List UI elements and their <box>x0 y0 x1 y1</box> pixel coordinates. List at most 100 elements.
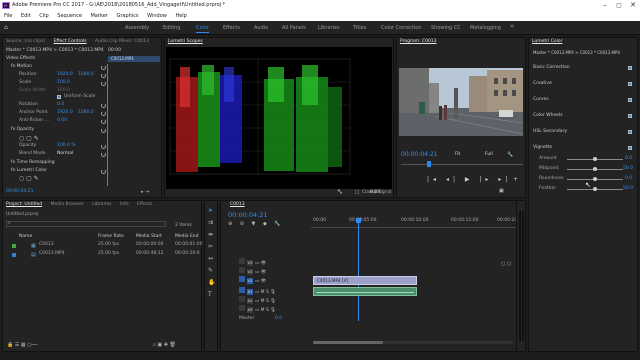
workspace-editing[interactable]: Editing <box>163 21 180 35</box>
razor-tool-icon[interactable]: ✂ <box>208 243 213 250</box>
menu-graphics[interactable]: Graphics <box>116 13 138 19</box>
timeline-ruler[interactable]: 00:00 00:00:05:00 00:00:10:00 00:00:15:0… <box>311 218 524 228</box>
reset-antiflicker-icon[interactable] <box>101 119 106 124</box>
tab-info[interactable]: Info <box>120 202 129 207</box>
effect-time-remapping[interactable]: fx Time Remapping <box>11 159 55 167</box>
minimize-icon[interactable]: – <box>598 0 612 11</box>
timeline-scrollbar[interactable] <box>313 341 513 344</box>
vignette-feather-knob[interactable] <box>593 187 597 191</box>
mute-solo-icons[interactable]: ▭ M S 🎙 <box>255 308 276 313</box>
track-target-a3[interactable] <box>239 305 245 311</box>
color-wheels-checkbox[interactable] <box>628 114 632 118</box>
program-quality-select[interactable]: Full <box>485 151 493 159</box>
tab-project[interactable]: Project: Untitled <box>6 202 42 207</box>
video-clip[interactable]: C0013.MP4 [V] <box>313 276 417 285</box>
track-target-a1[interactable] <box>239 287 245 293</box>
lumetri-mask-icons[interactable]: ○ ▢ ✎ <box>19 175 39 182</box>
tab-source[interactable]: Source: (no clips) <box>6 39 45 44</box>
effect-controls-footer-icons[interactable]: ▸ ⇥ <box>141 189 149 195</box>
track-header-a1[interactable]: A1 ▭ M S 🎙 <box>225 287 311 296</box>
vignette-checkbox[interactable] <box>628 146 632 150</box>
more-workspaces-icon[interactable]: » <box>510 22 514 30</box>
col-media-end[interactable]: Media End <box>175 233 199 241</box>
vignette-amount-knob[interactable] <box>593 157 597 161</box>
basic-correction-checkbox[interactable] <box>628 66 632 70</box>
track-header-a3[interactable]: A3 ▭ M S 🎙 <box>225 305 311 314</box>
timeline-playhead[interactable] <box>358 223 359 321</box>
master-track-value[interactable]: 0.0 <box>275 314 282 323</box>
track-header-v1[interactable]: V1 ▭ 👁 <box>225 276 311 285</box>
close-icon[interactable]: ✕ <box>626 0 640 11</box>
effect-controls-header[interactable]: Master * C0013.MP4 > C0013 * C0013.MP4 <box>6 47 104 55</box>
menu-help[interactable]: Help <box>175 13 186 19</box>
mask-tool-icons[interactable]: ○ ▢ ✎ <box>19 135 39 142</box>
menu-clip[interactable]: Clip <box>39 13 48 19</box>
maximize-icon[interactable]: ▢ <box>612 0 626 11</box>
program-add-button[interactable]: + <box>513 176 518 183</box>
tab-audio-clip-mixer[interactable]: Audio Clip Mixer: C0013 <box>95 39 149 44</box>
workspace-color[interactable]: Color <box>196 21 210 35</box>
type-tool-icon[interactable]: T <box>208 291 212 298</box>
reset-scale-icon[interactable] <box>101 81 106 86</box>
col-name[interactable]: Name <box>19 233 32 241</box>
menu-edit[interactable]: Edit <box>21 13 31 19</box>
project-footer-icons[interactable]: 🔒 ☰ ▦ ○── <box>7 342 38 348</box>
workspace-effects[interactable]: Effects <box>223 21 240 35</box>
effect-motion[interactable]: fx Motion <box>11 63 32 71</box>
clamp-signal-checkbox[interactable]: ☐ <box>355 190 359 196</box>
track-header-v2[interactable]: V2 ▭ 👁 <box>225 267 311 276</box>
pen-tool-icon[interactable]: ✎ <box>208 267 213 274</box>
program-settings-icon[interactable]: 🔧 <box>507 152 513 158</box>
workspace-libraries[interactable]: Libraries <box>318 21 340 35</box>
position-x-value[interactable]: 1920.0 <box>57 71 73 79</box>
workspace-all-panels[interactable]: All Panels <box>282 21 306 35</box>
lock-icon[interactable]: ▭ 👁 <box>255 279 266 284</box>
lock-icon[interactable]: ▭ 👁 <box>255 261 266 266</box>
tab-program[interactable]: Program: C0013 <box>400 39 437 44</box>
reset-rotation-icon[interactable] <box>101 103 106 108</box>
lumetri-header[interactable]: Master * C0013.MP4 > C0013 * C0013.MP4 <box>533 49 620 57</box>
workspace-metalogging[interactable]: Metalogging <box>470 21 501 35</box>
track-label-v2[interactable]: V2 <box>247 269 253 275</box>
timeline-scroll-icons[interactable]: ○ ○ <box>501 261 511 267</box>
timeline-tool-icons[interactable]: ⊕ ⊘ ▼ ◆ 🔧 <box>228 221 284 227</box>
program-scrub-bar[interactable] <box>401 164 523 165</box>
track-label-a2[interactable]: A2 <box>247 298 253 304</box>
reset-lumetri-icon[interactable] <box>101 169 106 174</box>
slip-tool-icon[interactable]: ↔ <box>208 255 213 262</box>
workspace-audio[interactable]: Audio <box>254 21 268 35</box>
vignette-roundness-knob[interactable] <box>593 177 597 181</box>
program-fit-select[interactable]: Fit <box>455 151 460 159</box>
track-target-v3[interactable] <box>239 258 245 264</box>
reset-blend-icon[interactable] <box>101 152 106 157</box>
bit-depth-select[interactable]: 8 Bit <box>370 189 380 197</box>
vignette-midpoint-value[interactable]: 50.0 <box>623 165 633 173</box>
workspace-assembly[interactable]: Assembly <box>125 21 149 35</box>
tab-libraries[interactable]: Libraries <box>92 202 111 207</box>
track-label-a1[interactable]: A1 <box>247 289 253 295</box>
reset-anchor-icon[interactable] <box>101 111 106 116</box>
track-header-a2[interactable]: A2 ▭ M S 🎙 <box>225 296 311 305</box>
position-y-value[interactable]: 1080.0 <box>78 71 94 79</box>
tab-effects[interactable]: Effects <box>137 202 152 207</box>
section-color-wheels[interactable]: Color Wheels <box>533 112 563 120</box>
timeline-scrollbar-thumb[interactable] <box>313 341 383 344</box>
effect-controls-timecode[interactable]: 00:00:04:21 <box>6 188 33 196</box>
tab-lumetri-color[interactable]: Lumetri Color <box>532 39 562 44</box>
opacity-value[interactable]: 100.0 % <box>57 142 76 150</box>
program-timecode[interactable]: 00:00:04:21 <box>401 151 438 159</box>
home-icon[interactable]: ⌂ <box>4 24 8 31</box>
reset-position-icon[interactable] <box>101 73 106 78</box>
workspace-titles[interactable]: Titles <box>353 21 366 35</box>
selection-tool-icon[interactable]: ➤ <box>208 207 213 214</box>
program-transport-controls[interactable]: |◂ ◂| ▶ |▸ ▸| <box>427 176 511 183</box>
export-frame-icon[interactable]: ▣ <box>499 188 504 194</box>
col-frame-rate[interactable]: Frame Rate <box>98 233 124 241</box>
reset-motion-icon[interactable] <box>101 65 106 70</box>
col-media-start[interactable]: Media Start <box>136 233 162 241</box>
lock-icon[interactable]: ▭ 👁 <box>255 270 266 275</box>
track-select-tool-icon[interactable]: ⇉ <box>208 219 213 226</box>
track-label-v1[interactable]: V1 <box>247 278 253 284</box>
project-search-input[interactable] <box>6 221 166 227</box>
menu-marker[interactable]: Marker <box>91 13 108 19</box>
